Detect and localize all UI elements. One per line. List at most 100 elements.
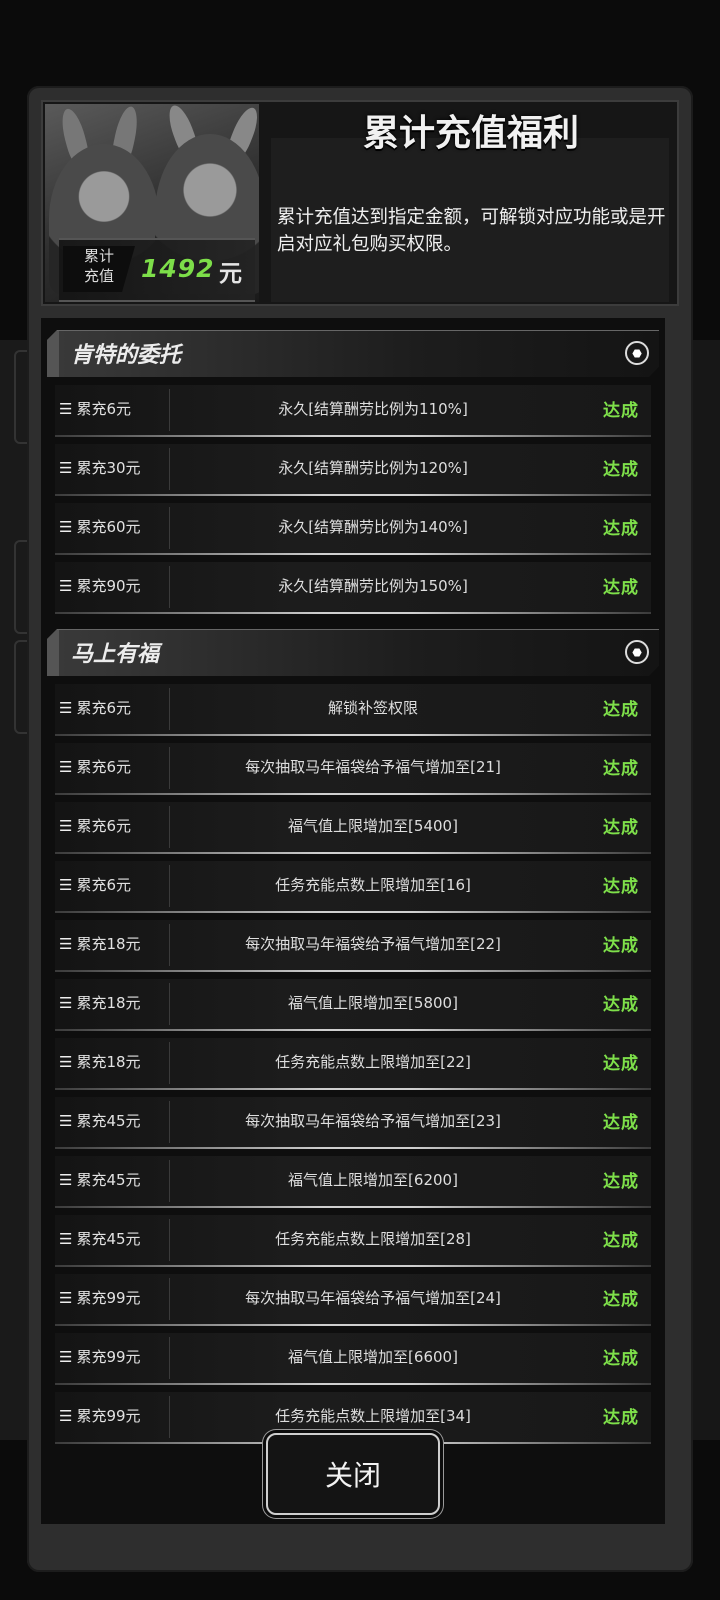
requirement: ☰ 累充6元 [59,697,131,718]
requirement-label: 累充30元 [76,459,141,477]
status-badge: 达成 [603,700,639,720]
reward-description: 每次抽取马年福袋给予福气增加至[23] [245,1112,501,1130]
status-badge: 达成 [603,1349,639,1369]
list-item: ☰ 累充6元 解锁补签权限 达成 [55,680,651,739]
column-divider [169,448,170,490]
requirement-label: 累充6元 [76,400,131,418]
column-divider [169,1278,170,1320]
requirement-label: 累充45元 [76,1112,141,1130]
requirement: ☰ 累充18元 [59,992,141,1013]
layers-icon: ☰ [59,517,73,536]
requirement: ☰ 累充18元 [59,933,141,954]
requirement: ☰ 累充99元 [59,1346,141,1367]
list-item: ☰ 累充45元 每次抽取马年福袋给予福气增加至[23] 达成 [55,1093,651,1152]
reward-description: 永久[结算酬劳比例为140%] [278,518,468,536]
requirement-label: 累充99元 [76,1407,141,1425]
layers-icon: ☰ [59,816,73,835]
status-badge: 达成 [603,995,639,1015]
requirement: ☰ 累充6元 [59,874,131,895]
requirement-label: 累充60元 [76,518,141,536]
layers-icon: ☰ [59,1111,73,1130]
reward-description: 永久[结算酬劳比例为120%] [278,459,468,477]
status-badge: 达成 [603,818,639,838]
layers-icon: ☰ [59,458,73,477]
column-divider [169,1160,170,1202]
column-divider [169,806,170,848]
column-divider [169,566,170,608]
list-item: ☰ 累充99元 福气值上限增加至[6600] 达成 [55,1329,651,1388]
reward-description: 福气值上限增加至[6200] [288,1171,458,1189]
hexagon-icon: ⬣ [625,640,649,664]
total-label-line1: 累计 [83,247,114,265]
layers-icon: ☰ [59,757,73,776]
layers-icon: ☰ [59,1406,73,1425]
status-badge: 达成 [603,1408,639,1428]
reward-description: 任务充能点数上限增加至[34] [275,1407,471,1425]
status-badge: 达成 [603,519,639,539]
close-button[interactable]: 关闭 [266,1433,440,1515]
reward-description: 永久[结算酬劳比例为110%] [278,400,468,418]
list-item: ☰ 累充45元 任务充能点数上限增加至[28] 达成 [55,1211,651,1270]
row-separator [55,1265,651,1267]
requirement-label: 累充90元 [76,577,141,595]
section-title: 马上有福 [71,642,160,667]
status-badge: 达成 [603,936,639,956]
requirement: ☰ 累充45元 [59,1228,141,1249]
reward-description: 每次抽取马年福袋给予福气增加至[24] [245,1289,501,1307]
status-badge: 达成 [603,401,639,421]
layers-icon: ☰ [59,1347,73,1366]
list-item: ☰ 累充45元 福气值上限增加至[6200] 达成 [55,1152,651,1211]
dialog-description: 累计充值达到指定金额，可解锁对应功能或是开启对应礼包购买权限。 [277,207,666,255]
requirement: ☰ 累充45元 [59,1169,141,1190]
list-item: ☰ 累充18元 福气值上限增加至[5800] 达成 [55,975,651,1034]
requirement: ☰ 累充99元 [59,1405,141,1426]
requirement-label: 累充6元 [76,758,131,776]
row-separator [55,1147,651,1149]
requirement-label: 累充6元 [76,876,131,894]
total-recharge-label: 累计 充值 [63,246,135,292]
status-badge: 达成 [603,1290,639,1310]
status-badge: 达成 [603,460,639,480]
list-item: ☰ 累充99元 每次抽取马年福袋给予福气增加至[24] 达成 [55,1270,651,1329]
requirement-label: 累充99元 [76,1289,141,1307]
total-recharge-box: 累计 充值 1492 元 [59,238,255,302]
column-divider [169,389,170,431]
requirement-label: 累充45元 [76,1230,141,1248]
list-item: ☰ 累充6元 福气值上限增加至[5400] 达成 [55,798,651,857]
column-divider [169,924,170,966]
reward-description: 福气值上限增加至[5800] [288,994,458,1012]
row-separator [55,911,651,913]
reward-description: 每次抽取马年福袋给予福气增加至[22] [245,935,501,953]
list-item: ☰ 累充60元 永久[结算酬劳比例为140%] 达成 [55,499,651,558]
requirement-label: 累充45元 [76,1171,141,1189]
column-divider [169,865,170,907]
row-separator [55,734,651,736]
requirement: ☰ 累充30元 [59,457,141,478]
status-badge: 达成 [603,1113,639,1133]
recharge-benefits-dialog: 累计 充值 1492 元 累计充值福利 累计充值达到指定金额，可解锁对应功能或是… [27,86,693,1572]
total-recharge-value: 1492 [141,254,215,283]
background-right-panel [690,340,720,1440]
reward-description: 任务充能点数上限增加至[16] [275,876,471,894]
reward-description: 任务充能点数上限增加至[22] [275,1053,471,1071]
layers-icon: ☰ [59,1229,73,1248]
row-separator [55,612,651,614]
column-divider [169,1337,170,1379]
layers-icon: ☰ [59,993,73,1012]
requirement-label: 累充18元 [76,1053,141,1071]
status-badge: 达成 [603,759,639,779]
requirement: ☰ 累充6元 [59,398,131,419]
requirement: ☰ 累充60元 [59,516,141,537]
list-item: ☰ 累充90元 永久[结算酬劳比例为150%] 达成 [55,558,651,617]
list-item: ☰ 累充6元 每次抽取马年福袋给予福气增加至[21] 达成 [55,739,651,798]
list-item: ☰ 累充18元 任务充能点数上限增加至[22] 达成 [55,1034,651,1093]
requirement: ☰ 累充6元 [59,756,131,777]
column-divider [169,983,170,1025]
section-header: 肯特的委托 ⬣ [47,322,659,381]
total-label-line2: 充值 [83,267,114,285]
row-separator [55,970,651,972]
column-divider [169,747,170,789]
benefits-list[interactable]: 肯特的委托 ⬣ ☰ 累充6元 永久[结算酬劳比例为110%] 达成 ☰ 累充30元 永久[结算酬… [41,318,665,1524]
layers-icon: ☰ [59,399,73,418]
section-header: 马上有福 ⬣ [47,621,659,680]
